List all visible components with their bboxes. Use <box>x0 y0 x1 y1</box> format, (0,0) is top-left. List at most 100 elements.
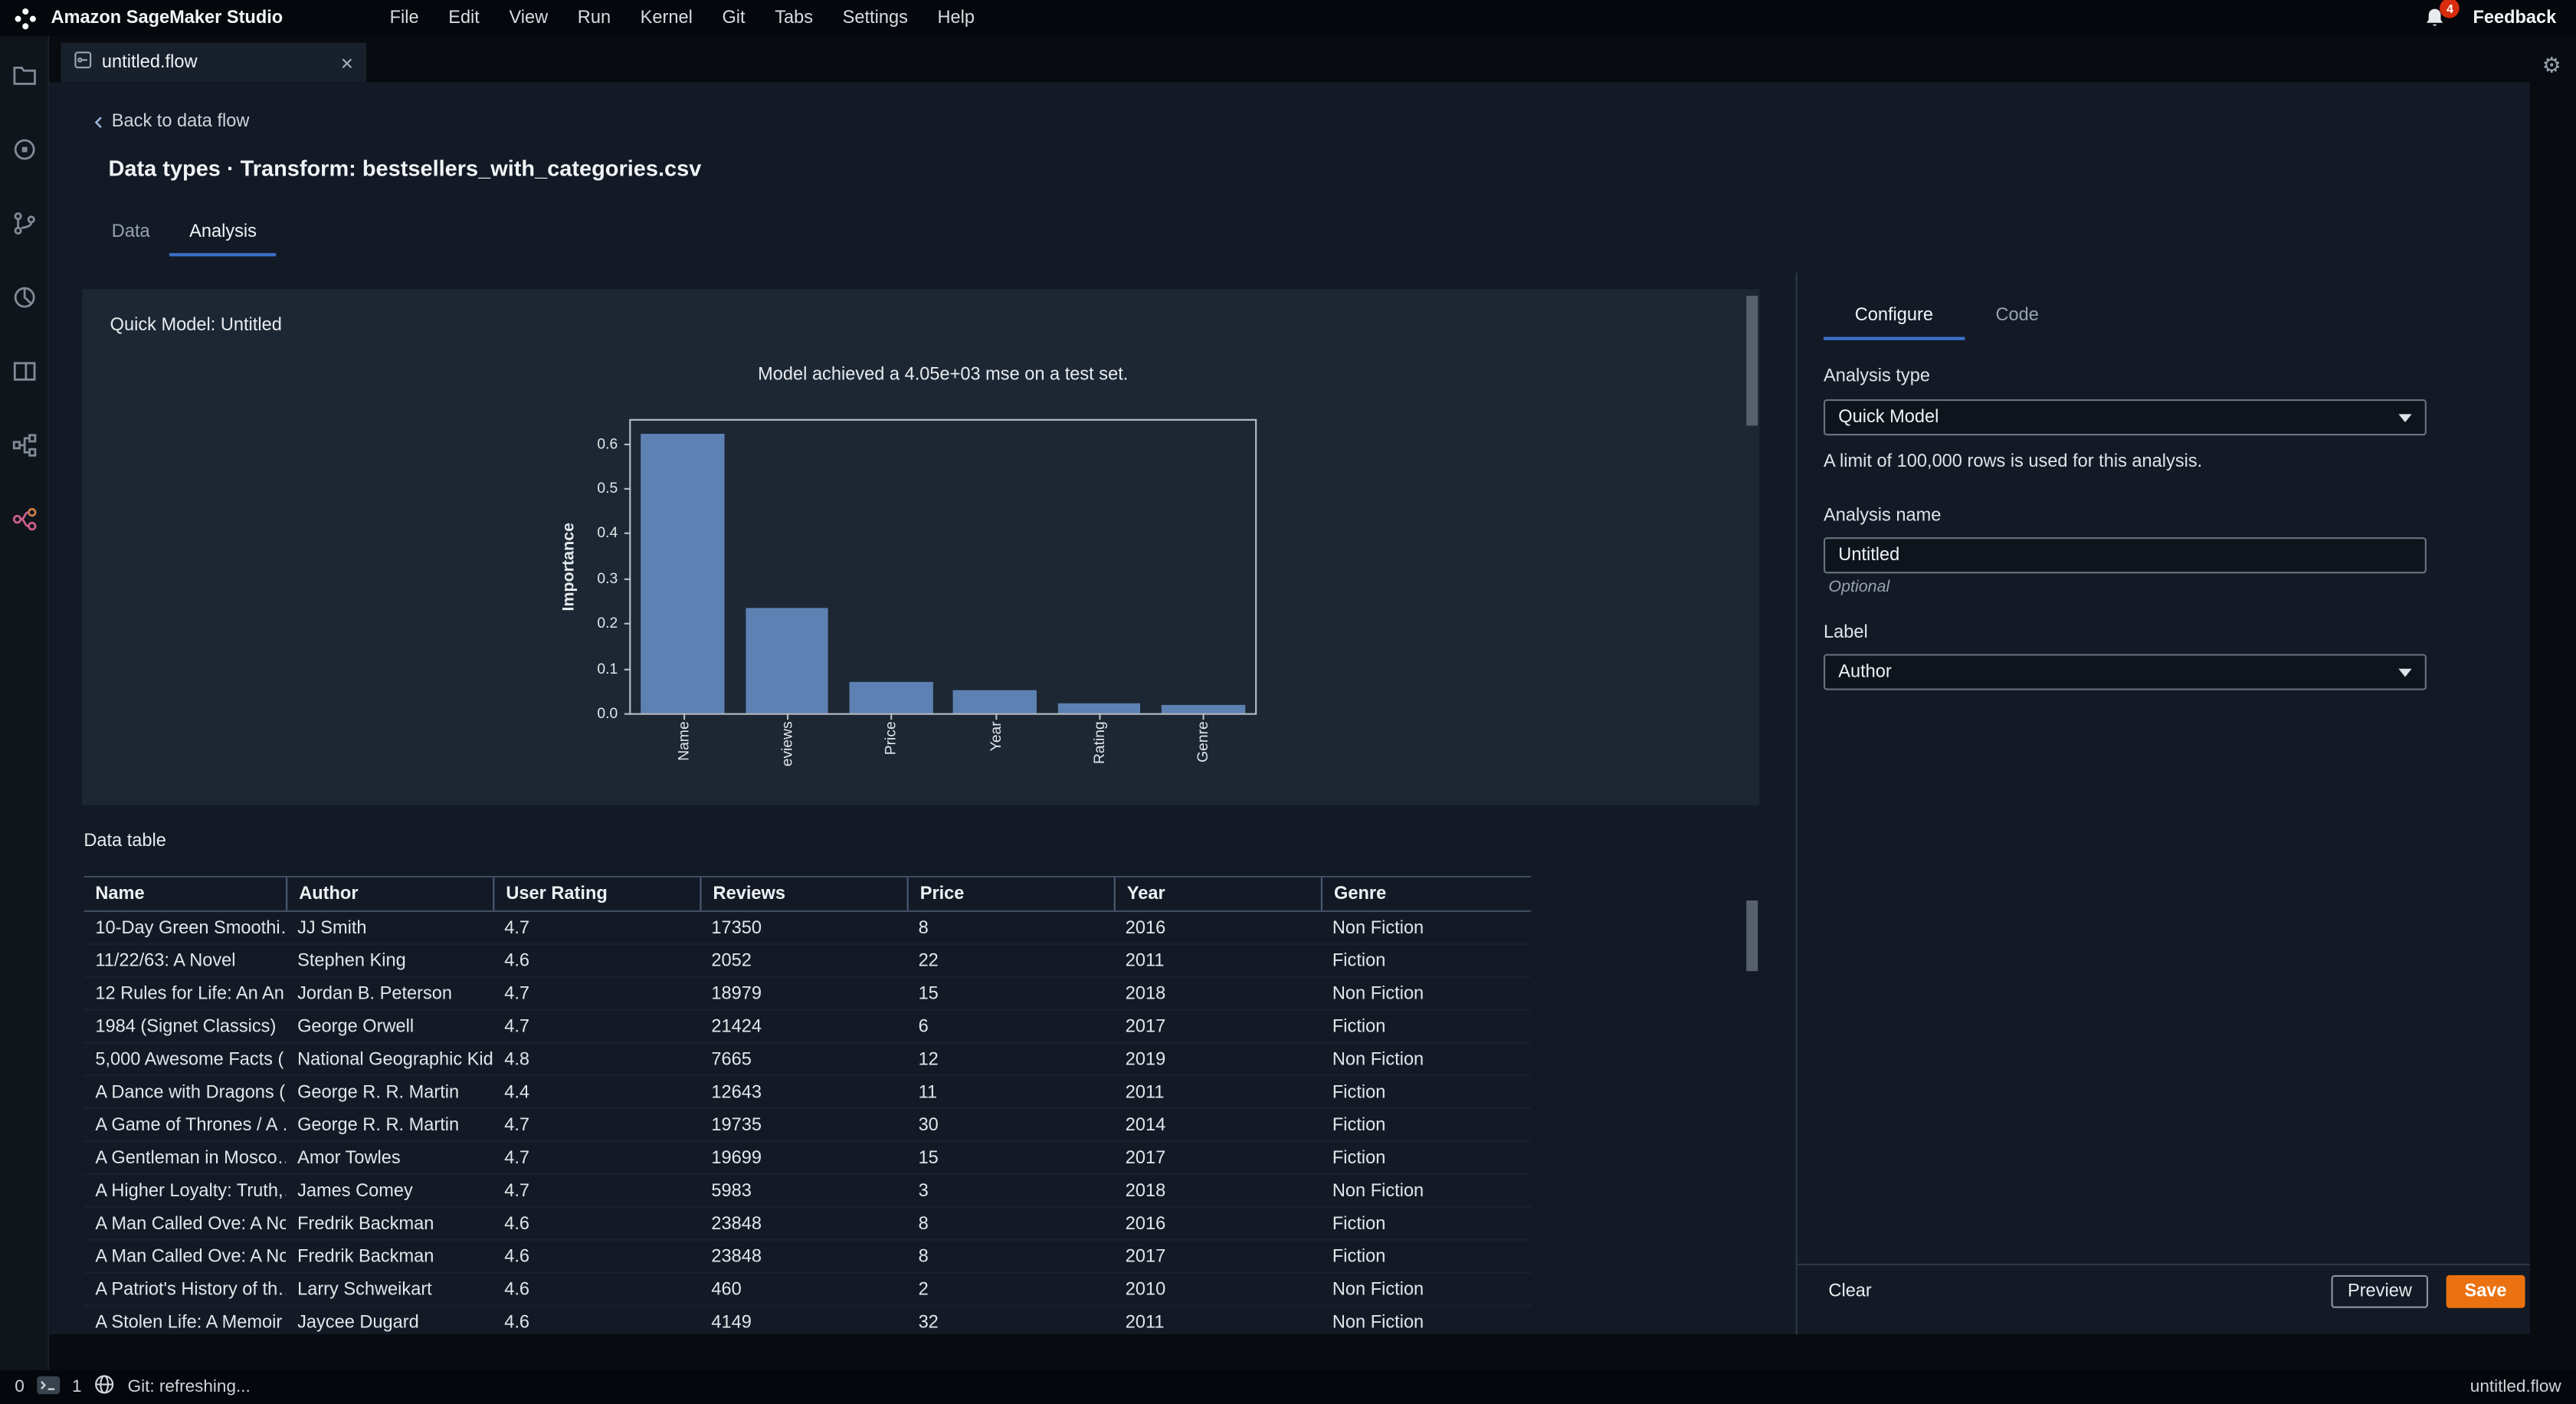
scrollbar-thumb-bottom[interactable] <box>1746 900 1758 972</box>
table-cell: 4.6 <box>504 1312 530 1332</box>
table-cell: Fiction <box>1332 1213 1386 1234</box>
table-cell: 6 <box>918 1016 929 1036</box>
menu-git[interactable]: Git <box>707 8 760 28</box>
table-cell: 21424 <box>711 1016 762 1036</box>
table-row[interactable]: 5,000 Awesome Facts (… National Geographi… <box>84 1044 1531 1077</box>
page-title: Data types · Transform: bestsellers_with… <box>108 156 702 181</box>
menu-edit[interactable]: Edit <box>434 8 494 28</box>
menu-kernel[interactable]: Kernel <box>625 8 707 28</box>
table-header-cell: Genre <box>1320 877 1531 910</box>
optional-hint: Optional <box>1828 578 1890 597</box>
table-cell: 1984 (Signet Classics) <box>95 1016 277 1036</box>
table-cell: Fiction <box>1332 950 1386 971</box>
menu-help[interactable]: Help <box>923 8 989 28</box>
table-cell: Non Fiction <box>1332 917 1424 938</box>
tab-analysis[interactable]: Analysis <box>169 221 277 257</box>
palette-icon[interactable] <box>10 283 38 310</box>
table-cell: Non Fiction <box>1332 1312 1424 1332</box>
table-row[interactable]: 1984 (Signet Classics) George Orwell 4.7 21… <box>84 1011 1531 1044</box>
table-cell: 2017 <box>1125 1147 1166 1168</box>
active-file-name: untitled.flow <box>2469 1376 2561 1397</box>
kernel-count: 1 <box>72 1376 82 1397</box>
notifications-bell-icon[interactable]: 4 <box>2424 0 2460 30</box>
table-cell: 4.6 <box>504 1246 530 1267</box>
table-cell: 4.6 <box>504 950 530 971</box>
back-to-data-flow-link[interactable]: Back to data flow <box>93 112 249 132</box>
globe-icon <box>93 1373 115 1399</box>
bar-year <box>953 691 1037 713</box>
table-row[interactable]: A Stolen Life: A Memoir Jaycee Dugard 4.6 4… <box>84 1307 1531 1334</box>
table-header-cell: Price <box>906 877 1114 910</box>
menu-tabs[interactable]: Tabs <box>760 8 828 28</box>
table-cell: 2014 <box>1125 1114 1166 1135</box>
git-status-text[interactable]: Git: refreshing... <box>128 1377 251 1397</box>
clear-button[interactable]: Clear <box>1828 1281 1871 1301</box>
config-tab-configure[interactable]: Configure <box>1823 306 1965 340</box>
label-select[interactable]: Author <box>1823 654 2427 691</box>
table-row[interactable]: A Game of Thrones / A … George R. R. Mart… <box>84 1109 1531 1142</box>
preview-button[interactable]: Preview <box>2331 1274 2429 1308</box>
table-cell: A Man Called Ove: A No… <box>95 1246 286 1267</box>
table-cell: 8 <box>918 1246 929 1267</box>
git-branch-icon[interactable] <box>10 208 38 236</box>
table-cell: 15 <box>918 1147 939 1168</box>
table-cell: A Game of Thrones / A … <box>95 1114 287 1135</box>
feedback-button[interactable]: Feedback <box>2473 8 2556 28</box>
back-link-label: Back to data flow <box>111 111 250 132</box>
plot-area: Importance Name eviews Price Year Rating Genr… <box>560 418 1257 766</box>
analysis-name-input[interactable]: Untitled <box>1823 537 2427 574</box>
analysis-type-select[interactable]: Quick Model <box>1823 399 2427 436</box>
chevron-left-icon <box>94 116 102 128</box>
label-select-value: Author <box>1838 662 1892 682</box>
x-axis-label: Name <box>674 721 691 761</box>
kernel-terminal-indicator[interactable]: 0 1 <box>15 1373 114 1399</box>
table-cell: Jordan B. Peterson <box>297 983 453 1003</box>
data-table-body: 10-Day Green Smoothi… JJ Smith 4.7 17350 8 20… <box>84 912 1531 1334</box>
folder-icon[interactable] <box>10 61 38 88</box>
table-cell: 32 <box>918 1312 939 1332</box>
tab-data[interactable]: Data <box>92 221 169 256</box>
table-row[interactable]: 11/22/63: A Novel Stephen King 4.6 2052 22 20… <box>84 945 1531 978</box>
config-tab-code[interactable]: Code <box>1965 306 2070 340</box>
tab-bar: untitled.flow × ⚙ <box>49 36 2576 83</box>
menu-run[interactable]: Run <box>562 8 625 28</box>
app-window: Amazon SageMaker Studio File Edit View Run K… <box>0 0 2576 1404</box>
table-row[interactable]: 10-Day Green Smoothi… JJ Smith 4.7 17350 8 20… <box>84 912 1531 945</box>
close-tab-icon[interactable]: × <box>341 52 353 74</box>
menu-view[interactable]: View <box>494 8 562 28</box>
table-cell: George R. R. Martin <box>297 1081 460 1102</box>
table-row[interactable]: A Man Called Ove: A No… Fredrik Backman 4.… <box>84 1241 1531 1274</box>
data-wrangler-flow-icon[interactable] <box>10 504 38 532</box>
table-row[interactable]: A Gentleman in Mosco… Amor Towles 4.7 19699… <box>84 1142 1531 1175</box>
save-button[interactable]: Save <box>2446 1274 2525 1308</box>
terminal-count: 0 <box>15 1376 25 1397</box>
data-table-title: Data table <box>84 831 166 851</box>
table-cell: 2011 <box>1125 950 1165 971</box>
quick-model-title: Quick Model: Untitled <box>110 315 282 336</box>
table-row[interactable]: A Higher Loyalty: Truth,… James Comey 4.7 5… <box>84 1175 1531 1208</box>
table-row[interactable]: A Patriot's History of th… Larry Schweika… <box>84 1274 1531 1307</box>
flow-file-icon <box>74 51 92 74</box>
table-cell: 17350 <box>711 917 762 938</box>
table-cell: Amor Towles <box>297 1147 401 1168</box>
table-cell: Larry Schweikart <box>297 1279 432 1299</box>
scrollbar-thumb-top[interactable] <box>1746 295 1758 426</box>
menu-file[interactable]: File <box>375 8 434 28</box>
menu-settings[interactable]: Settings <box>828 8 923 28</box>
tab-untitled-flow[interactable]: untitled.flow × <box>61 42 367 83</box>
settings-gear-icon[interactable]: ⚙ <box>2542 56 2561 77</box>
table-cell: Fiction <box>1332 1246 1386 1267</box>
y-axis-label: 0.6 <box>597 435 618 451</box>
open-tabs-icon[interactable] <box>10 356 38 384</box>
x-axis-label: Genre <box>1195 721 1211 763</box>
table-row[interactable]: A Dance with Dragons (… George R. R. Mart… <box>84 1076 1531 1109</box>
table-cell: 2018 <box>1125 1180 1166 1201</box>
x-tick-mark <box>787 713 789 720</box>
running-circle-icon[interactable] <box>10 135 38 162</box>
pipeline-icon[interactable] <box>10 431 38 458</box>
table-cell: 5,000 Awesome Facts (… <box>95 1049 287 1069</box>
table-row[interactable]: A Man Called Ove: A No… Fredrik Backman 4.… <box>84 1208 1531 1241</box>
table-cell: 5983 <box>711 1180 752 1201</box>
table-cell: 2017 <box>1125 1016 1166 1036</box>
table-row[interactable]: 12 Rules for Life: An An… Jordan B. Peter… <box>84 978 1531 1011</box>
